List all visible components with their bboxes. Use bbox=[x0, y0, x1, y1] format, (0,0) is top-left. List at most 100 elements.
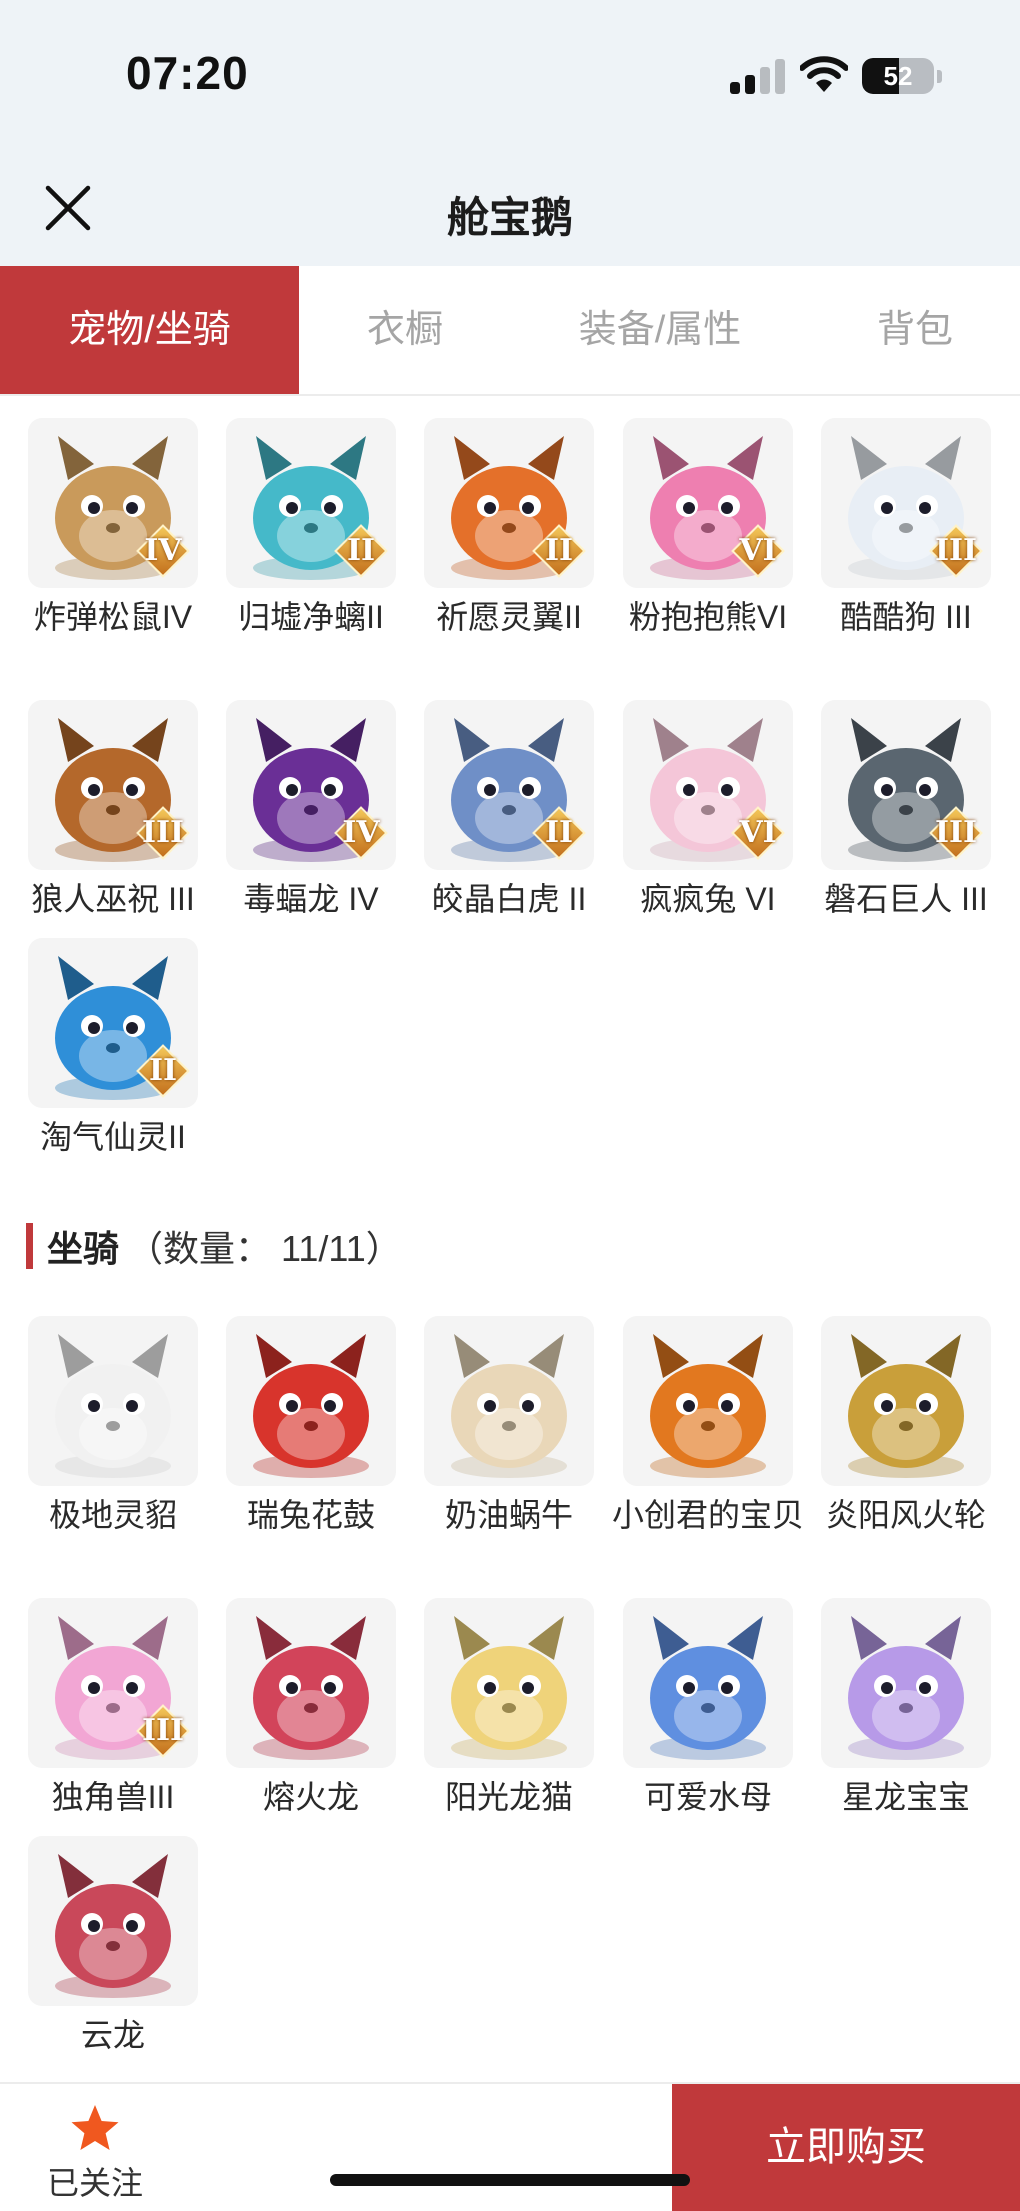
rank-badge: VI bbox=[731, 524, 785, 578]
cool-dog-icon: III bbox=[821, 418, 991, 588]
pet-item[interactable]: III 酷酷狗 III bbox=[807, 418, 1005, 638]
status-bar: 07:20 52 bbox=[0, 0, 1020, 150]
section-accent-bar bbox=[26, 1223, 33, 1269]
cream-snail-icon bbox=[424, 1316, 594, 1486]
rank-badge: IV bbox=[136, 524, 190, 578]
fire-wheel-icon bbox=[821, 1316, 991, 1486]
rank-label: III bbox=[934, 533, 978, 568]
pet-item[interactable]: II 祈愿灵翼II bbox=[410, 418, 608, 638]
star-icon bbox=[71, 2105, 119, 2150]
wifi-icon bbox=[800, 56, 848, 92]
rank-badge: III bbox=[929, 806, 983, 860]
section-title: 坐骑 bbox=[47, 1228, 120, 1269]
water-dragon-icon: II bbox=[226, 418, 396, 588]
mount-name: 独角兽III bbox=[51, 1779, 175, 1815]
rank-label: IV bbox=[144, 533, 182, 568]
pet-item[interactable]: III 磐石巨人 III bbox=[807, 700, 1005, 920]
mount-item[interactable]: 小创君的宝贝 bbox=[609, 1316, 807, 1536]
mount-name: 小创君的宝贝 bbox=[611, 1497, 804, 1533]
pet-item[interactable]: VI 粉抱抱熊VI bbox=[609, 418, 807, 638]
rank-badge: II bbox=[532, 524, 586, 578]
pet-item[interactable]: IV 毒蝠龙 IV bbox=[212, 700, 410, 920]
mount-item[interactable]: 极地灵貂 bbox=[14, 1316, 212, 1536]
polar-ferret-icon bbox=[28, 1316, 198, 1486]
pet-item[interactable]: II 皎晶白虎 II bbox=[410, 700, 608, 920]
pet-name: 疯疯兔 VI bbox=[640, 881, 776, 917]
rank-label: III bbox=[141, 1713, 185, 1748]
mounts-section-header: 坐骑 （数量： 11/11） bbox=[26, 1218, 402, 1274]
rank-label: III bbox=[934, 815, 978, 850]
pet-name: 炸弹松鼠IV bbox=[33, 599, 193, 635]
mount-item[interactable]: 云龙 bbox=[14, 1836, 212, 2056]
pet-item[interactable]: IV 炸弹松鼠IV bbox=[14, 418, 212, 638]
rank-badge: II bbox=[136, 1044, 190, 1098]
pet-item[interactable]: II 归墟净螭II bbox=[212, 418, 410, 638]
home-indicator bbox=[330, 2174, 690, 2186]
rank-badge: III bbox=[136, 806, 190, 860]
rank-label: IV bbox=[342, 815, 380, 850]
tab-backpack[interactable]: 背包 bbox=[830, 266, 1000, 394]
mount-item[interactable]: 星龙宝宝 bbox=[807, 1598, 1005, 1818]
pet-name: 狼人巫祝 III bbox=[31, 881, 195, 917]
colorful-bird-icon bbox=[623, 1316, 793, 1486]
rank-label: II bbox=[544, 533, 574, 568]
pet-item[interactable]: II 淘气仙灵II bbox=[14, 938, 212, 1158]
buy-now-button[interactable]: 立即购买 bbox=[672, 2084, 1020, 2211]
squirrel-icon: IV bbox=[28, 418, 198, 588]
lava-dragon-icon bbox=[226, 1598, 396, 1768]
tab-bar: 宠物/坐骑 衣橱 装备/属性 背包 bbox=[0, 266, 1020, 396]
follow-button[interactable]: 已关注 bbox=[40, 2102, 150, 2202]
rank-label: II bbox=[544, 815, 574, 850]
follow-label: 已关注 bbox=[46, 2165, 143, 2201]
rank-badge: II bbox=[334, 524, 388, 578]
rabbit-drum-icon bbox=[226, 1316, 396, 1486]
rank-badge: III bbox=[136, 1704, 190, 1758]
rank-label: II bbox=[346, 533, 376, 568]
mount-name: 熔火龙 bbox=[262, 1779, 359, 1815]
jellyfish-icon bbox=[623, 1598, 793, 1768]
bat-dragon-icon: IV bbox=[226, 700, 396, 870]
pet-name: 毒蝠龙 IV bbox=[243, 881, 379, 917]
mount-name: 极地灵貂 bbox=[48, 1497, 177, 1533]
pet-item[interactable]: VI 疯疯兔 VI bbox=[609, 700, 807, 920]
mount-item[interactable]: 奶油蜗牛 bbox=[410, 1316, 608, 1536]
pink-bear-icon: VI bbox=[623, 418, 793, 588]
mount-item[interactable]: 瑞兔花鼓 bbox=[212, 1316, 410, 1536]
rank-badge: IV bbox=[334, 806, 388, 860]
mount-item[interactable]: III 独角兽III bbox=[14, 1598, 212, 1818]
tab-pets-mounts[interactable]: 宠物/坐骑 bbox=[0, 266, 299, 394]
mount-item[interactable]: 阳光龙猫 bbox=[410, 1598, 608, 1818]
section-count: （数量： 11/11） bbox=[127, 1228, 402, 1269]
mount-name: 星龙宝宝 bbox=[841, 1779, 970, 1815]
blue-sprite-icon: II bbox=[28, 938, 198, 1108]
star-dragon-icon bbox=[821, 1598, 991, 1768]
tab-wardrobe[interactable]: 衣橱 bbox=[320, 266, 490, 394]
page-title: 舱宝鹅 bbox=[446, 194, 573, 241]
rank-badge: III bbox=[929, 524, 983, 578]
pet-name: 皎晶白虎 II bbox=[431, 881, 587, 917]
mount-item[interactable]: 熔火龙 bbox=[212, 1598, 410, 1818]
mount-item[interactable]: 炎阳风火轮 bbox=[807, 1316, 1005, 1536]
pet-name: 酷酷狗 III bbox=[840, 599, 972, 635]
crazy-rabbit-icon: VI bbox=[623, 700, 793, 870]
rank-badge: II bbox=[532, 806, 586, 860]
pet-name: 归墟净螭II bbox=[238, 599, 384, 635]
rank-label: VI bbox=[739, 815, 777, 850]
cloud-dragon-icon bbox=[28, 1836, 198, 2006]
bottom-bar: 已关注 立即购买 bbox=[0, 2082, 1020, 2211]
battery-icon: 52 bbox=[862, 58, 934, 94]
mount-item[interactable]: 可爱水母 bbox=[609, 1598, 807, 1818]
mount-name: 阳光龙猫 bbox=[444, 1779, 573, 1815]
mount-name: 云龙 bbox=[80, 2017, 145, 2053]
white-tiger-icon: II bbox=[424, 700, 594, 870]
mount-name: 奶油蜗牛 bbox=[444, 1497, 573, 1533]
unicorn-icon: III bbox=[28, 1598, 198, 1768]
pet-item[interactable]: III 狼人巫祝 III bbox=[14, 700, 212, 920]
title-bar: 舱宝鹅 bbox=[0, 150, 1020, 266]
rock-giant-icon: III bbox=[821, 700, 991, 870]
battery-level: 52 bbox=[883, 61, 913, 91]
werewolf-icon: III bbox=[28, 700, 198, 870]
mount-name: 可爱水母 bbox=[643, 1779, 772, 1815]
tab-equipment[interactable]: 装备/属性 bbox=[540, 266, 780, 394]
status-time: 07:20 bbox=[126, 47, 249, 99]
